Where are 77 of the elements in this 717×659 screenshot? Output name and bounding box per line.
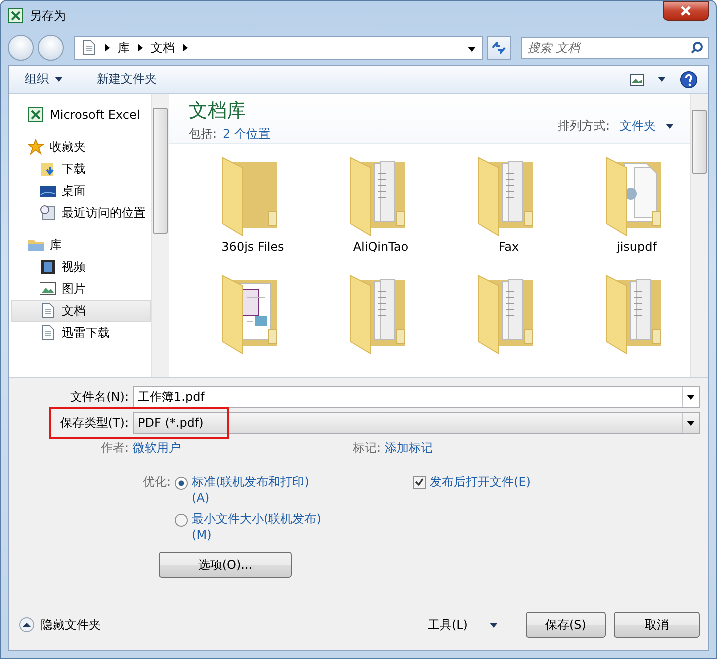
collapse-icon	[19, 617, 35, 633]
search-field[interactable]: 搜索 文档	[521, 37, 709, 59]
scrollbar[interactable]	[690, 94, 708, 377]
close-button[interactable]	[663, 1, 709, 21]
sidebar-item[interactable]: 文档	[11, 300, 151, 322]
author-label: 作者:	[101, 440, 130, 456]
library-title: 文档库	[189, 99, 247, 124]
chevron-icon	[183, 44, 188, 52]
folder-name[interactable]: 360js Files	[222, 240, 284, 254]
excel-icon	[8, 8, 24, 24]
caret-icon	[468, 47, 476, 52]
folder-download-icon	[40, 161, 56, 177]
sidebar-item[interactable]: 收藏夹	[11, 136, 151, 158]
radio-option[interactable]: 标准(联机发布和打印)(A)	[175, 474, 326, 505]
caret-icon	[687, 420, 695, 426]
film-icon	[40, 259, 56, 275]
caret-icon	[666, 124, 674, 129]
folder-name[interactable]: AliQinTao	[353, 240, 409, 254]
locations-link[interactable]: 2 个位置	[223, 126, 270, 143]
field-label: 保存类型(T):	[59, 414, 130, 432]
field-label: 文件名(N):	[70, 388, 130, 406]
document-icon	[40, 303, 56, 319]
sidebar-item[interactable]: Microsoft Excel	[11, 104, 151, 126]
help-icon[interactable]	[680, 70, 698, 88]
sidebar-item[interactable]: 视频	[11, 256, 151, 278]
sort-label: 排列方式:	[558, 118, 610, 135]
refresh-button[interactable]	[487, 36, 511, 60]
folder-name[interactable]: Fax	[498, 240, 520, 254]
star-icon	[28, 139, 44, 155]
chevron-icon	[138, 44, 143, 52]
sidebar-item[interactable]: 桌面	[11, 180, 151, 202]
chevron-icon	[105, 44, 110, 52]
sidebar-item[interactable]: 下载	[11, 158, 151, 180]
sidebar-item[interactable]: 图片	[11, 278, 151, 300]
tags-link[interactable]: 添加标记	[385, 440, 434, 456]
breadcrumb-item[interactable]: 文档	[151, 40, 175, 56]
sidebar-item[interactable]: 迅雷下载	[11, 322, 151, 344]
sidebar-item[interactable]: 库	[11, 234, 151, 256]
caret-icon	[490, 622, 498, 628]
caret-icon	[658, 77, 666, 82]
image-icon	[40, 281, 56, 297]
radio-option[interactable]: 最小文件大小(联机发布)(M)	[175, 511, 326, 542]
refresh-icon	[492, 42, 506, 54]
recent-places-icon	[40, 205, 56, 221]
open-after-checkbox[interactable]: 发布后打开文件(E)	[413, 474, 531, 542]
sidebar-item[interactable]: 最近访问的位置	[11, 202, 151, 224]
toolbar-button[interactable]: 组织	[19, 69, 69, 90]
breadcrumb-item[interactable]: 库	[118, 40, 130, 56]
file-name-field[interactable]: 工作簿1.pdf	[133, 386, 700, 408]
excel-icon	[28, 107, 44, 123]
window-title: 另存为	[30, 8, 66, 24]
close-icon	[681, 6, 691, 16]
folder-name[interactable]: jisupdf	[617, 240, 657, 254]
view-icon[interactable]	[630, 74, 644, 86]
desktop-icon	[40, 183, 56, 199]
hide-folders-button[interactable]: 隐藏文件夹	[19, 616, 101, 634]
library-folder-icon	[28, 237, 44, 253]
save-button[interactable]: 保存(S)	[526, 612, 606, 638]
document-icon	[81, 40, 97, 56]
check-icon	[415, 478, 424, 487]
document-icon	[40, 325, 56, 341]
caret-icon	[687, 394, 695, 400]
forward-button[interactable]	[38, 35, 64, 61]
back-button[interactable]	[8, 35, 34, 61]
author-link[interactable]: 微软用户	[133, 440, 182, 456]
options-button[interactable]: 选项(O)...	[159, 552, 292, 578]
search-icon	[691, 42, 703, 54]
address-bar[interactable]: 库 文档	[74, 36, 483, 60]
sort-dropdown[interactable]: 文件夹	[620, 118, 656, 135]
includes-label: 包括:	[189, 126, 218, 143]
scrollbar[interactable]	[151, 94, 169, 377]
tools-button[interactable]: 工具(L)	[422, 616, 504, 634]
tags-label: 标记:	[353, 440, 382, 456]
optimize-label: 优化:	[143, 474, 172, 491]
cancel-button[interactable]: 取消	[614, 612, 700, 638]
save-type-dropdown[interactable]: PDF (*.pdf)	[133, 412, 700, 434]
toolbar-button[interactable]: 新建文件夹	[91, 69, 163, 90]
